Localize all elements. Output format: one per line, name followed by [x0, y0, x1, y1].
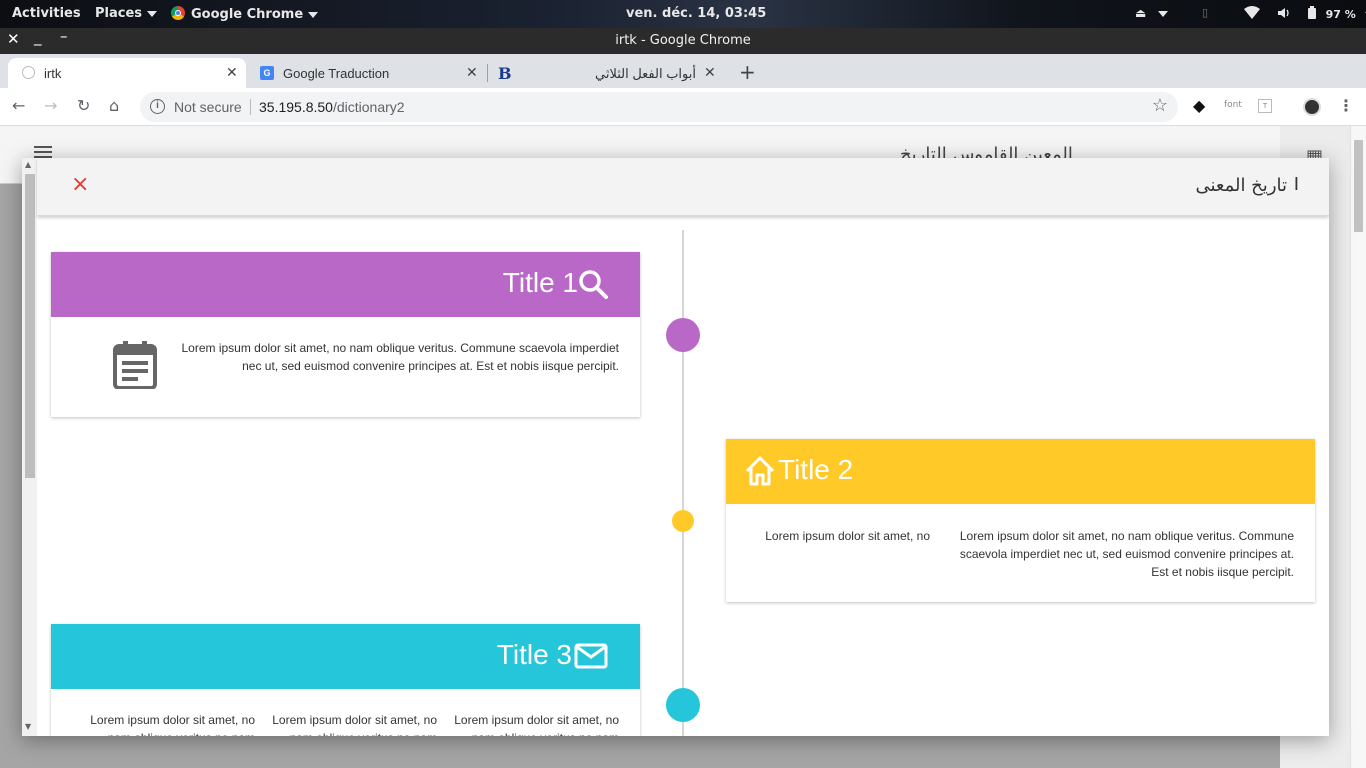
timeline-dot	[666, 688, 700, 722]
timeline-card-2: Title 2 Lorem ipsum dolor sit amet, no n…	[726, 439, 1315, 602]
history-modal: ▲ ▼ × تاريخ المعنى I Title 1 Lorem ipsum…	[22, 158, 1329, 736]
url-path: /dictionary2	[332, 99, 405, 115]
card-header: Title 2	[726, 439, 1315, 504]
card-column-text: Lorem ipsum dolor sit amet, no nam obliq…	[272, 713, 437, 736]
tab-label: Google Traduction	[283, 66, 390, 81]
volume-icon	[1277, 8, 1289, 18]
card-body: Lorem ipsum dolor sit amet, no nam obliq…	[959, 529, 1294, 579]
bookmark-star-icon[interactable]: ☆	[1152, 95, 1168, 116]
extension-gnome-icon[interactable]: ◆	[1193, 96, 1205, 115]
card-body-secondary: Lorem ipsum dolor sit amet, no	[765, 529, 930, 543]
window-titlebar: ✕ _ – irtk - Google Chrome	[0, 27, 1366, 54]
card-title: Title 1	[502, 267, 578, 298]
battery-icon	[1308, 6, 1317, 19]
reload-button[interactable]: ↻	[77, 96, 90, 115]
home-button[interactable]: ⌂	[109, 96, 119, 115]
info-icon[interactable]: i	[150, 99, 165, 114]
activities-button[interactable]: Activities	[12, 6, 81, 21]
browser-toolbar: ← → ↻ ⌂ i Not secure 35.195.8.50/diction…	[0, 88, 1366, 126]
app-menu[interactable]: Google Chrome	[171, 6, 319, 22]
url-text[interactable]: 35.195.8.50/dictionary2	[259, 99, 405, 115]
clock[interactable]: ven. déc. 14, 03:45	[626, 6, 766, 21]
modal-header: × تاريخ المعنى I	[37, 158, 1329, 216]
timeline-card-3: Title 3 Lorem ipsum dolor sit amet, no n…	[51, 624, 640, 736]
card-column-text: Lorem ipsum dolor sit amet, no nam obliq…	[90, 713, 255, 736]
card-title: Title 3	[496, 639, 572, 670]
eject-icon[interactable]: ⏏	[1135, 6, 1146, 20]
tab-separator	[487, 64, 488, 82]
wifi-icon	[1244, 6, 1260, 19]
card-header: Title 1	[51, 252, 640, 317]
battery-percent: 97 %	[1325, 8, 1356, 21]
window-title: irtk - Google Chrome	[615, 33, 751, 48]
url-host: 35.195.8.50	[259, 99, 333, 115]
modal-title: تاريخ المعنى	[1195, 175, 1287, 196]
chevron-down-icon	[147, 10, 158, 17]
close-tab-icon[interactable]: ✕	[466, 64, 478, 81]
card-title: Title 2	[778, 454, 854, 485]
site-b-icon: B	[498, 64, 512, 83]
gnome-top-bar: Activities Places Google Chrome ven. déc…	[0, 0, 1366, 28]
back-button[interactable]: ←	[12, 96, 25, 115]
home-icon	[745, 456, 775, 486]
text-cursor-icon: I	[1293, 174, 1299, 195]
new-tab-button[interactable]: +	[739, 60, 756, 84]
menu-icon[interactable]	[34, 146, 52, 148]
scroll-down-arrow[interactable]: ▼	[25, 722, 31, 731]
tab-abwab[interactable]: B أبواب الفعل الثلاثي ✕	[490, 58, 728, 88]
timeline-axis	[682, 230, 684, 736]
tab-google-traduction[interactable]: G Google Traduction ✕	[250, 58, 488, 88]
status-menu[interactable]: 97 %	[1244, 6, 1366, 22]
card-body: Lorem ipsum dolor sit amet, no nam obliq…	[181, 341, 619, 373]
app-menu-label: Google Chrome	[191, 7, 304, 22]
places-label: Places	[95, 6, 143, 21]
search-icon	[579, 270, 608, 299]
chrome-icon	[171, 6, 185, 20]
places-menu[interactable]: Places	[95, 6, 158, 21]
mail-icon	[574, 643, 608, 669]
google-translate-icon: G	[260, 66, 274, 80]
page-scrollbar[interactable]	[1350, 126, 1366, 768]
card-header: Title 3	[51, 624, 640, 689]
extension-font-icon[interactable]: font	[1224, 100, 1242, 110]
page-scrollbar-thumb[interactable]	[1354, 140, 1363, 232]
modal-scrollbar-thumb[interactable]	[25, 174, 35, 478]
accessibility-icon[interactable]: ▯	[1202, 6, 1208, 19]
timeline-card-1: Title 1 Lorem ipsum dolor sit amet, no n…	[51, 252, 640, 417]
chrome-menu-icon[interactable]: ⋮	[1338, 96, 1354, 115]
close-tab-icon[interactable]: ✕	[226, 64, 238, 81]
omnibox[interactable]: i Not secure 35.195.8.50/dictionary2 ☆	[140, 92, 1178, 122]
tab-strip: irtk ✕ G Google Traduction ✕ B أبواب الف…	[0, 54, 1366, 88]
calendar-notes-icon	[113, 341, 157, 389]
close-icon[interactable]: ×	[71, 172, 89, 197]
chevron-down-icon[interactable]	[1158, 6, 1168, 21]
card-column-text: Lorem ipsum dolor sit amet, no nam obliq…	[454, 713, 619, 736]
timeline-dot	[672, 510, 694, 532]
loading-icon	[22, 66, 35, 79]
timeline-dot	[666, 318, 700, 352]
chevron-down-icon	[308, 11, 319, 18]
modal-scrollbar[interactable]: ▲ ▼	[22, 158, 37, 736]
security-label[interactable]: Not secure	[174, 99, 242, 115]
tab-irtk[interactable]: irtk ✕	[8, 58, 246, 88]
profile-avatar[interactable]	[1303, 98, 1321, 116]
extension-tex-icon[interactable]: T	[1258, 99, 1272, 113]
tab-label: irtk	[44, 66, 62, 81]
scroll-up-arrow[interactable]: ▲	[25, 160, 31, 169]
omnibox-divider	[250, 99, 251, 115]
tab-label: أبواب الفعل الثلاثي	[595, 66, 696, 81]
forward-button[interactable]: →	[44, 96, 57, 115]
close-tab-icon[interactable]: ✕	[704, 64, 716, 81]
font-extension-label: font	[1224, 100, 1242, 110]
